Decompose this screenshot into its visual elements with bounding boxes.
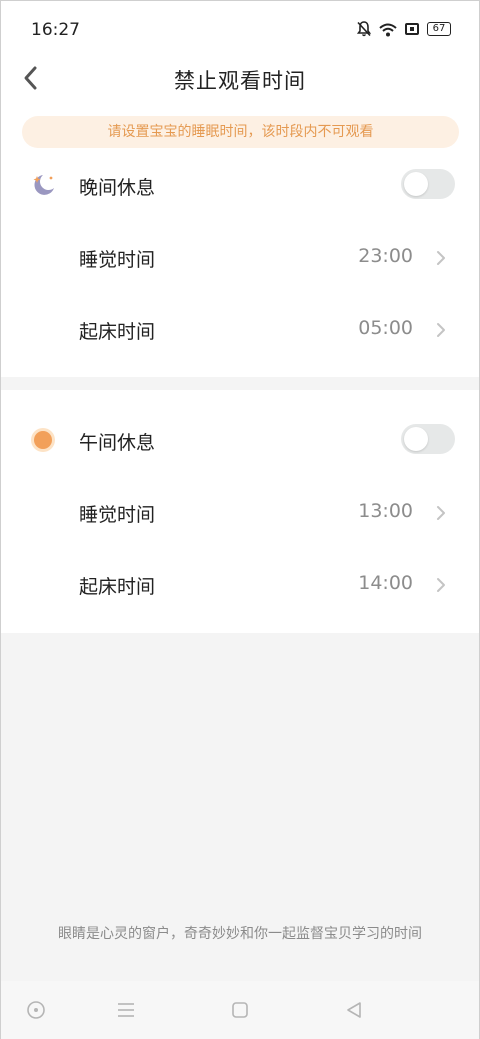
- sun-icon: [29, 426, 57, 454]
- chevron-right-icon: [435, 249, 447, 267]
- night-rest-section: 请设置宝宝的睡眠时间，该时段内不可观看 晚间休息 睡觉时间 23:00 起床时间…: [1, 109, 479, 377]
- wake-time-value: 05:00: [358, 317, 413, 339]
- noon-rest-toggle[interactable]: [401, 424, 455, 454]
- status-time: 16:27: [31, 20, 80, 40]
- night-wake-time-row[interactable]: 起床时间 05:00: [1, 309, 479, 349]
- night-sleep-time-row[interactable]: 睡觉时间 23:00: [1, 237, 479, 277]
- sleep-time-value: 13:00: [358, 500, 413, 522]
- sleep-time-label: 睡觉时间: [79, 249, 156, 271]
- moon-icon: [29, 171, 57, 199]
- system-nav-bar: [1, 981, 479, 1039]
- menu-icon[interactable]: [115, 999, 137, 1021]
- wake-time-label: 起床时间: [79, 576, 156, 598]
- noon-rest-label: 午间休息: [79, 432, 156, 454]
- back-triangle-icon[interactable]: [343, 999, 365, 1021]
- toggle-knob: [404, 172, 428, 196]
- wake-time-value: 14:00: [358, 572, 413, 594]
- night-rest-label: 晚间休息: [79, 177, 156, 199]
- status-icons: 67: [356, 21, 451, 37]
- noon-sleep-time-row[interactable]: 睡觉时间 13:00: [1, 492, 479, 532]
- chevron-right-icon: [435, 576, 447, 594]
- noon-wake-time-row[interactable]: 起床时间 14:00: [1, 564, 479, 604]
- wake-time-label: 起床时间: [79, 321, 156, 343]
- night-rest-row: 晚间休息: [1, 165, 479, 205]
- wifi-icon: [379, 22, 397, 37]
- page-header: 禁止观看时间: [1, 59, 479, 109]
- square-icon[interactable]: [229, 999, 251, 1021]
- sleep-time-label: 睡觉时间: [79, 504, 156, 526]
- sim-icon: [405, 23, 419, 35]
- battery-icon: 67: [427, 22, 451, 36]
- sleep-time-value: 23:00: [358, 245, 413, 267]
- chevron-right-icon: [435, 321, 447, 339]
- night-rest-toggle[interactable]: [401, 169, 455, 199]
- footer-text: 眼睛是心灵的窗户，奇奇妙妙和你一起监督宝贝学习的时间: [58, 926, 422, 942]
- toggle-knob: [404, 427, 428, 451]
- page-title: 禁止观看时间: [174, 69, 306, 93]
- mute-bell-icon: [356, 21, 372, 37]
- home-circle-icon[interactable]: [25, 999, 47, 1021]
- notice-banner: 请设置宝宝的睡眠时间，该时段内不可观看: [22, 116, 459, 148]
- noon-rest-section: 午间休息 睡觉时间 13:00 起床时间 14:00: [1, 390, 479, 633]
- chevron-right-icon: [435, 504, 447, 522]
- status-bar: 16:27 67: [1, 1, 479, 59]
- noon-rest-row: 午间休息: [1, 420, 479, 460]
